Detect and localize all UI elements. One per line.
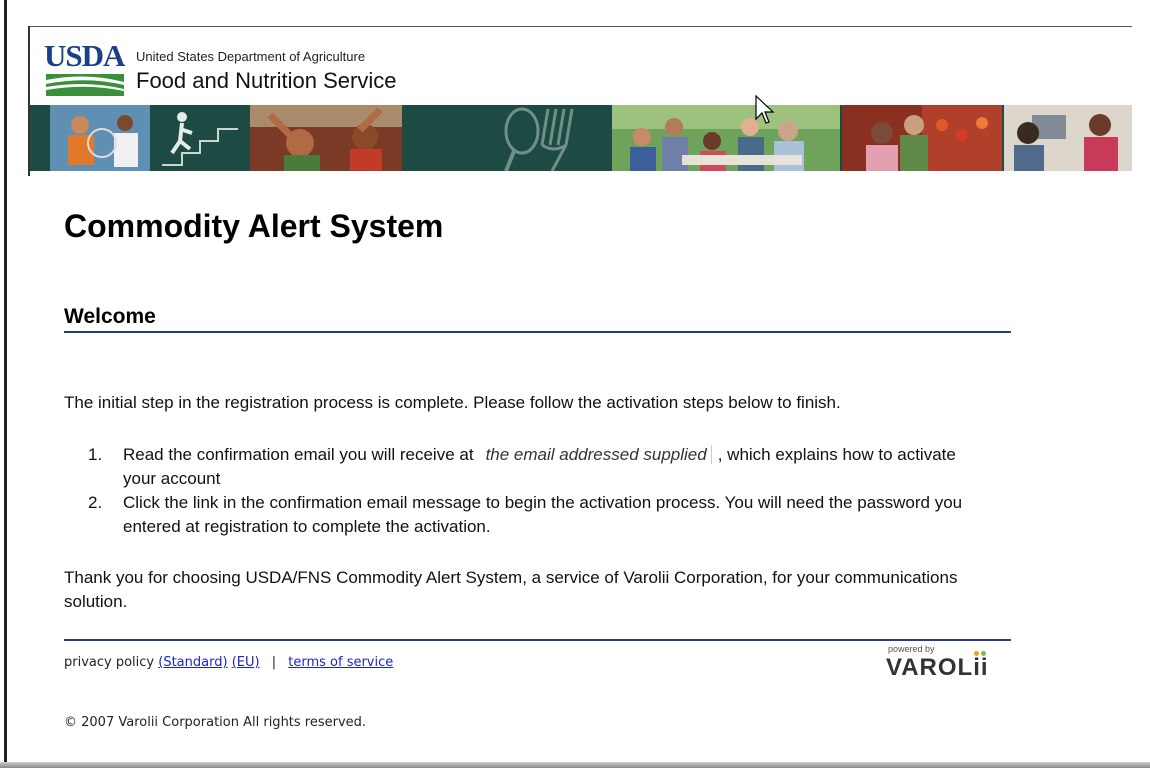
powered-by-label: powered by: [888, 644, 935, 654]
window-bottom-border: [0, 762, 1150, 768]
activation-steps-list: 1. Read the confirmation email you will …: [64, 443, 964, 539]
copyright-text: © 2007 Varolii Corporation All rights re…: [64, 715, 367, 730]
intro-text: The initial step in the registration pro…: [64, 393, 841, 412]
page-title: Commodity Alert System: [64, 208, 444, 244]
step-number: 1.: [88, 445, 103, 464]
usda-logo[interactable]: USDA: [44, 38, 126, 98]
terms-of-service-link[interactable]: terms of service: [288, 655, 393, 670]
section-title: Welcome: [64, 305, 156, 328]
footer-links: privacy policy (Standard) (EU) | terms o…: [64, 655, 393, 670]
footer-separator: |: [271, 655, 277, 670]
step-item: 2. Click the link in the confirmation em…: [64, 491, 964, 539]
footer-divider: [64, 639, 1011, 641]
header-banner: [30, 105, 1132, 171]
step-item: 1. Read the confirmation email you will …: [64, 443, 964, 491]
thank-you-text: Thank you for choosing USDA/FNS Commodit…: [64, 568, 958, 611]
usda-logo-text: USDA: [44, 38, 125, 73]
agency-parent-name: United States Department of Agriculture: [136, 49, 366, 64]
varolii-logo-text: VAROL: [886, 654, 974, 681]
site-header: USDA United States Department of Agricul…: [28, 26, 1132, 176]
banner-stairs-icon: [152, 105, 250, 171]
agency-name: Food and Nutrition Service: [136, 68, 397, 93]
banner-photo-office: [1004, 105, 1132, 171]
privacy-standard-link[interactable]: (Standard): [158, 655, 227, 670]
step-text: Click the link in the confirmation email…: [123, 493, 963, 536]
varolii-logo-suffix: ii: [973, 651, 988, 681]
powered-by-varolii-logo: powered by VAROLii: [886, 644, 1016, 684]
usda-swoosh-icon: [46, 74, 124, 96]
window-left-border: [4, 0, 7, 768]
varolii-logo: VAROLii: [886, 651, 989, 682]
privacy-eu-link[interactable]: (EU): [232, 655, 260, 670]
mouse-cursor-icon: [755, 95, 775, 124]
section-divider: [64, 331, 1011, 333]
banner-photo-kids: [250, 105, 402, 171]
banner-photo-family: [612, 105, 840, 171]
privacy-policy-label: privacy policy: [64, 655, 155, 670]
banner-photo-sports: [30, 105, 152, 171]
banner-photo-market: [842, 105, 1002, 171]
step-text-before: Read the confirmation email you will rec…: [123, 445, 474, 464]
banner-utensils-icon: [402, 105, 612, 171]
email-address-placeholder: the email addressed supplied: [485, 445, 712, 464]
header-top-border: [28, 26, 1132, 27]
step-number: 2.: [88, 493, 103, 512]
